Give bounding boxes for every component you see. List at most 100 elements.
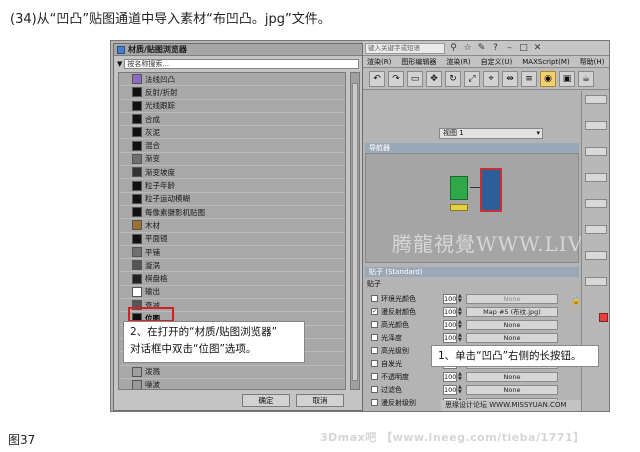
menu-item[interactable]: 图形编辑器 — [401, 57, 436, 67]
menu-item[interactable]: 渲染(R) — [367, 57, 391, 67]
map-slot-button[interactable]: Map #5 (布纹.jpg) — [466, 306, 558, 317]
material-editor-icon[interactable]: ◉ — [540, 70, 556, 87]
map-channel-name: 环境光颜色 — [381, 294, 416, 303]
map-amount-field[interactable]: 100 — [443, 371, 457, 382]
map-type-item[interactable]: 光线跟踪 — [119, 100, 345, 113]
map-slot-button[interactable]: None — [466, 293, 558, 304]
map-type-item[interactable]: 输出 — [119, 286, 345, 300]
map-enable-checkbox[interactable] — [371, 347, 378, 354]
node-view-area[interactable]: 腾龍視覺WWW.LIVI.NET — [365, 153, 609, 263]
redo-icon[interactable]: ↷ — [388, 70, 404, 87]
map-type-item[interactable]: 噪波 — [119, 379, 345, 389]
map-type-item[interactable]: 每像素摄影机贴图 — [119, 206, 345, 220]
map-type-item[interactable]: 漩涡 — [119, 259, 345, 273]
render-setup-icon[interactable]: ▣ — [559, 70, 575, 87]
map-type-item[interactable]: 渐变坡度 — [119, 166, 345, 180]
map-type-item[interactable]: 反射/折射 — [119, 86, 345, 100]
help-icon[interactable]: ? — [490, 43, 501, 54]
map-enable-checkbox[interactable] — [371, 308, 378, 315]
map-type-item[interactable]: 木材 — [119, 219, 345, 233]
map-type-item[interactable]: 渐变 — [119, 153, 345, 167]
spinner-icon[interactable]: ▲▼ — [458, 384, 463, 395]
map-type-item[interactable]: 棋盘格 — [119, 272, 345, 286]
rollout-header[interactable]: 贴子 (Standard) — [365, 267, 579, 277]
menu-item[interactable]: 渲染(R) — [446, 57, 470, 67]
map-amount-field[interactable]: 100 — [443, 306, 457, 317]
browser-search-input[interactable]: 按名称搜索... — [124, 58, 359, 69]
site-watermark: 腾龍視覺WWW.LIVI.NET — [392, 232, 609, 256]
map-type-item[interactable]: 平铺 — [119, 246, 345, 260]
cancel-button[interactable]: 取消 — [296, 394, 344, 407]
spinner-icon[interactable]: ▲▼ — [458, 319, 463, 330]
material-node-swatch[interactable] — [450, 176, 468, 200]
panel-field[interactable] — [585, 147, 607, 156]
menu-item[interactable]: 帮助(H) — [580, 57, 605, 67]
map-amount-field[interactable]: 100 — [443, 319, 457, 330]
menu-item[interactable]: 自定义(U) — [481, 57, 513, 67]
map-enable-checkbox[interactable] — [371, 360, 378, 367]
map-swatch-icon — [132, 220, 142, 231]
chevron-down-icon[interactable]: ▼ — [117, 60, 122, 68]
binoculars-icon[interactable]: ⚲ — [448, 43, 459, 54]
mirror-icon[interactable]: ⇹ — [502, 70, 518, 87]
selected-map-node[interactable] — [480, 168, 502, 212]
map-type-item[interactable]: 混合 — [119, 139, 345, 153]
maximize-icon[interactable]: □ — [518, 43, 529, 54]
browser-scrollbar[interactable] — [350, 72, 360, 390]
color-swatch[interactable] — [599, 313, 608, 322]
star-icon[interactable]: ☆ — [462, 43, 473, 54]
map-enable-checkbox[interactable] — [371, 373, 378, 380]
panel-field[interactable] — [585, 277, 607, 286]
map-slot-button[interactable]: None — [466, 371, 558, 382]
map-slot-button[interactable]: None — [466, 332, 558, 343]
map-slot-button[interactable]: None — [466, 384, 558, 395]
map-type-item[interactable]: 平面镜 — [119, 233, 345, 246]
map-slot-button[interactable]: None — [466, 319, 558, 330]
map-enable-checkbox[interactable] — [371, 334, 378, 341]
wrench-icon[interactable]: ✎ — [476, 43, 487, 54]
view-dropdown[interactable]: 视图 1 — [439, 128, 543, 139]
panel-field[interactable] — [585, 199, 607, 208]
max-search-input[interactable]: 键入关键字或短语 — [365, 42, 445, 54]
map-enable-checkbox[interactable] — [371, 295, 378, 302]
minimize-icon[interactable]: – — [504, 43, 515, 54]
map-type-item[interactable]: 泼溅 — [119, 366, 345, 379]
panel-field[interactable] — [585, 121, 607, 130]
spinner-icon[interactable]: ▲▼ — [458, 332, 463, 343]
map-type-item[interactable]: 粒子年龄 — [119, 179, 345, 193]
map-type-item[interactable]: 灰泥 — [119, 126, 345, 140]
ok-button[interactable]: 确定 — [242, 394, 290, 407]
browser-titlebar[interactable]: 材质/贴图浏览器 — [114, 44, 362, 56]
render-icon[interactable]: ☕ — [578, 70, 594, 87]
lock-icon[interactable]: 🔒 — [571, 296, 581, 305]
scrollbar-thumb[interactable] — [352, 83, 358, 381]
panel-field[interactable] — [585, 225, 607, 234]
spinner-icon[interactable]: ▲▼ — [458, 306, 463, 317]
snap-icon[interactable]: ⌖ — [483, 70, 499, 87]
map-channel-row: 高光颜色 100 ▲ ▼ None — [371, 318, 571, 331]
close-icon[interactable]: ✕ — [532, 43, 543, 54]
map-enable-checkbox[interactable] — [371, 386, 378, 393]
spinner-icon[interactable]: ▲▼ — [458, 371, 463, 382]
map-amount-field[interactable]: 100 — [443, 293, 457, 304]
move-icon[interactable]: ✥ — [426, 70, 442, 87]
navigator-header[interactable]: 导航器 — [365, 143, 579, 153]
map-channel-name: 不透明度 — [381, 372, 409, 381]
align-icon[interactable]: ≡ — [521, 70, 537, 87]
select-icon[interactable]: ▭ — [407, 70, 423, 87]
panel-field[interactable] — [585, 251, 607, 260]
menu-item[interactable]: MAXScript(M) — [522, 58, 569, 66]
panel-field[interactable] — [585, 173, 607, 182]
rotate-icon[interactable]: ↻ — [445, 70, 461, 87]
map-enable-checkbox[interactable] — [371, 399, 378, 406]
map-type-item[interactable]: 粒子运动模糊 — [119, 193, 345, 206]
map-amount-field[interactable]: 100 — [443, 384, 457, 395]
map-enable-checkbox[interactable] — [371, 321, 378, 328]
map-amount-field[interactable]: 100 — [443, 332, 457, 343]
undo-icon[interactable]: ↶ — [369, 70, 385, 87]
map-type-item[interactable]: 合成 — [119, 113, 345, 127]
panel-field[interactable] — [585, 95, 607, 104]
scale-icon[interactable]: ⤢ — [464, 70, 480, 87]
map-type-item[interactable]: 法线凹凸 — [119, 73, 345, 87]
spinner-icon[interactable]: ▲▼ — [458, 293, 463, 304]
